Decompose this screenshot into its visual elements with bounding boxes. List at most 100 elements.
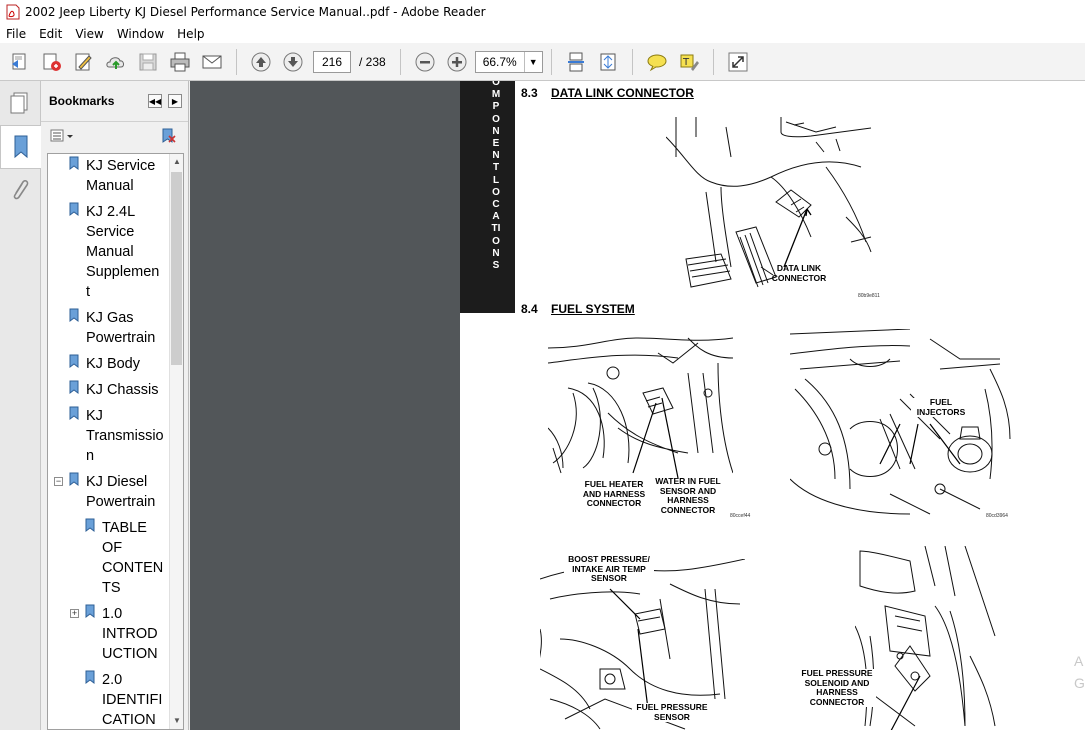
bookmark-label-line: 1.0 [102,606,123,622]
bookmark-label: 2.0 IDENTIFI CATION [102,670,163,729]
zoom-in-button[interactable] [442,47,472,77]
fig5-label: FUEL PRESSURE SOLENOID AND HARNESS CONNE… [798,668,876,707]
zoom-in-icon [447,52,467,71]
bookmark-label-line: Service [86,224,135,240]
bookmark-label-line: INTROD [102,626,158,642]
document-viewport[interactable]: OMPONENT LOCATIONS 8.3 DATA LINK CONNECTO… [190,81,1085,730]
acrobat-com-button[interactable] [37,47,67,77]
print-icon [170,52,190,71]
fig1-label: DATA LINK CONNECTOR [771,263,827,283]
bookmark-label-line: IDENTIFI [102,692,163,708]
email-button[interactable] [197,47,227,77]
bookmark-item[interactable]: 2.0 IDENTIFI CATION [85,670,163,729]
menu-edit[interactable]: Edit [33,27,69,41]
upload-button[interactable] [101,47,131,77]
bookmark-icon [69,354,79,368]
bookmark-label-line: KJ 2.4L [86,204,136,220]
bookmark-item[interactable]: KJ Transmissio n [69,406,164,466]
zoom-select[interactable]: 66.7% ▼ [474,50,543,73]
bookmark-item[interactable]: KJ 2.4L Service Manual Supplemen t [69,202,159,302]
create-pdf-button[interactable] [5,47,35,77]
bookmark-label-line: 2.0 [102,672,123,688]
fullscreen-button[interactable] [723,47,753,77]
expand-right-icon[interactable]: ▶ [168,94,182,108]
pdf-page: OMPONENT LOCATIONS 8.3 DATA LINK CONNECTO… [460,81,1085,730]
page-total: / 238 [359,54,386,69]
prev-page-button[interactable] [246,47,276,77]
bookmark-icon [69,472,79,486]
zoom-out-button[interactable] [410,47,440,77]
bookmark-label-line: UCTION [102,646,158,662]
save-button[interactable] [133,47,163,77]
fullscreen-icon [728,52,748,71]
title-bar: 2002 Jeep Liberty KJ Diesel Performance … [0,0,1085,24]
fit-page-button[interactable] [593,47,623,77]
bookmark-label-line: CATION [102,712,156,728]
print-button[interactable] [165,47,195,77]
expand-toggle-icon[interactable]: + [70,609,79,618]
bookmark-icon [85,518,95,532]
scroll-up-icon[interactable]: ▲ [170,154,183,170]
prev-page-icon [251,52,271,71]
scrolling-mode-button[interactable] [561,47,591,77]
panel-options-bar [41,121,188,149]
menu-window[interactable]: Window [111,27,171,41]
bookmark-label-line: KJ Diesel [86,474,148,490]
navigation-tabs [0,81,41,730]
menu-help[interactable]: Help [171,27,211,41]
bookmark-item[interactable]: KJ Chassis [69,380,159,400]
bookmark-item[interactable]: 1.0 INTROD UCTION [85,604,158,664]
options-menu-icon[interactable] [49,128,75,144]
collapse-toggle-icon[interactable]: − [54,477,63,486]
highlight-icon: T [680,54,699,71]
collapse-left-icon[interactable]: ◀◀ [148,94,162,108]
scrollbar-thumb[interactable] [171,172,182,365]
bookmark-icon [14,135,28,159]
toolbar-separator [236,48,237,75]
bookmark-label-line: KJ [86,408,103,424]
bookmark-item[interactable]: KJ Diesel Powertrain [69,472,155,512]
bookmark-label-line: OF [102,540,123,556]
bookmark-label: KJ Diesel Powertrain [86,472,155,512]
bookmark-label: KJ Body [86,354,140,374]
bookmark-label: KJ Service Manual [86,156,155,196]
page-thumbnails-tab[interactable] [0,81,38,125]
bookmark-label-line: KJ Gas [86,310,134,326]
attachments-tab[interactable] [0,169,38,213]
highlight-button[interactable]: T [674,47,704,77]
bookmark-item[interactable]: KJ Gas Powertrain [69,308,155,348]
fig4-label-bottom: FUEL PRESSURE SENSOR [632,702,712,722]
bookmark-item[interactable]: KJ Body [69,354,140,374]
sign-button[interactable] [69,47,99,77]
fuel-injectors-illustration [790,329,1011,515]
fit-page-icon [600,53,616,70]
bookmark-scrollbar[interactable]: ▲ ▼ [169,154,183,729]
bookmarks-tab[interactable] [0,125,41,169]
menu-file[interactable]: File [0,27,33,41]
zoom-value: 66.7% [482,54,517,69]
page-number-input[interactable]: 216 [313,50,351,73]
save-icon [139,53,157,70]
bookmark-label-line: KJ Body [86,356,140,372]
bookmark-label-line: n [86,448,95,464]
window-title: 2002 Jeep Liberty KJ Diesel Performance … [25,5,486,19]
chevron-down-icon[interactable]: ▼ [523,51,542,72]
toolbar-separator [631,48,633,75]
bookmark-item[interactable]: KJ Service Manual [69,156,155,196]
fig2-label-left: FUEL HEATER AND HARNESS CONNECTOR [582,479,646,508]
bookmark-label: KJ 2.4L Service Manual Supplemen t [86,202,159,302]
comment-button[interactable] [642,47,672,77]
menu-view[interactable]: View [69,27,110,41]
bookmark-item[interactable]: TABLE OF CONTEN TS [85,518,163,598]
next-page-button[interactable] [278,47,308,77]
delete-bookmark-icon[interactable] [158,127,178,145]
scroll-down-icon[interactable]: ▼ [170,713,183,729]
bookmark-icon [69,156,79,170]
panel-header: Bookmarks ◀◀ ▶ [41,81,188,121]
edge-text-g: G [1074,675,1085,691]
bookmark-icon [85,670,95,684]
bookmark-label-line: TABLE [102,520,147,536]
fig2-code: 80ccef44 [730,513,751,519]
scrolling-mode-icon [567,52,584,71]
fuel-heater-illustration [548,337,733,478]
